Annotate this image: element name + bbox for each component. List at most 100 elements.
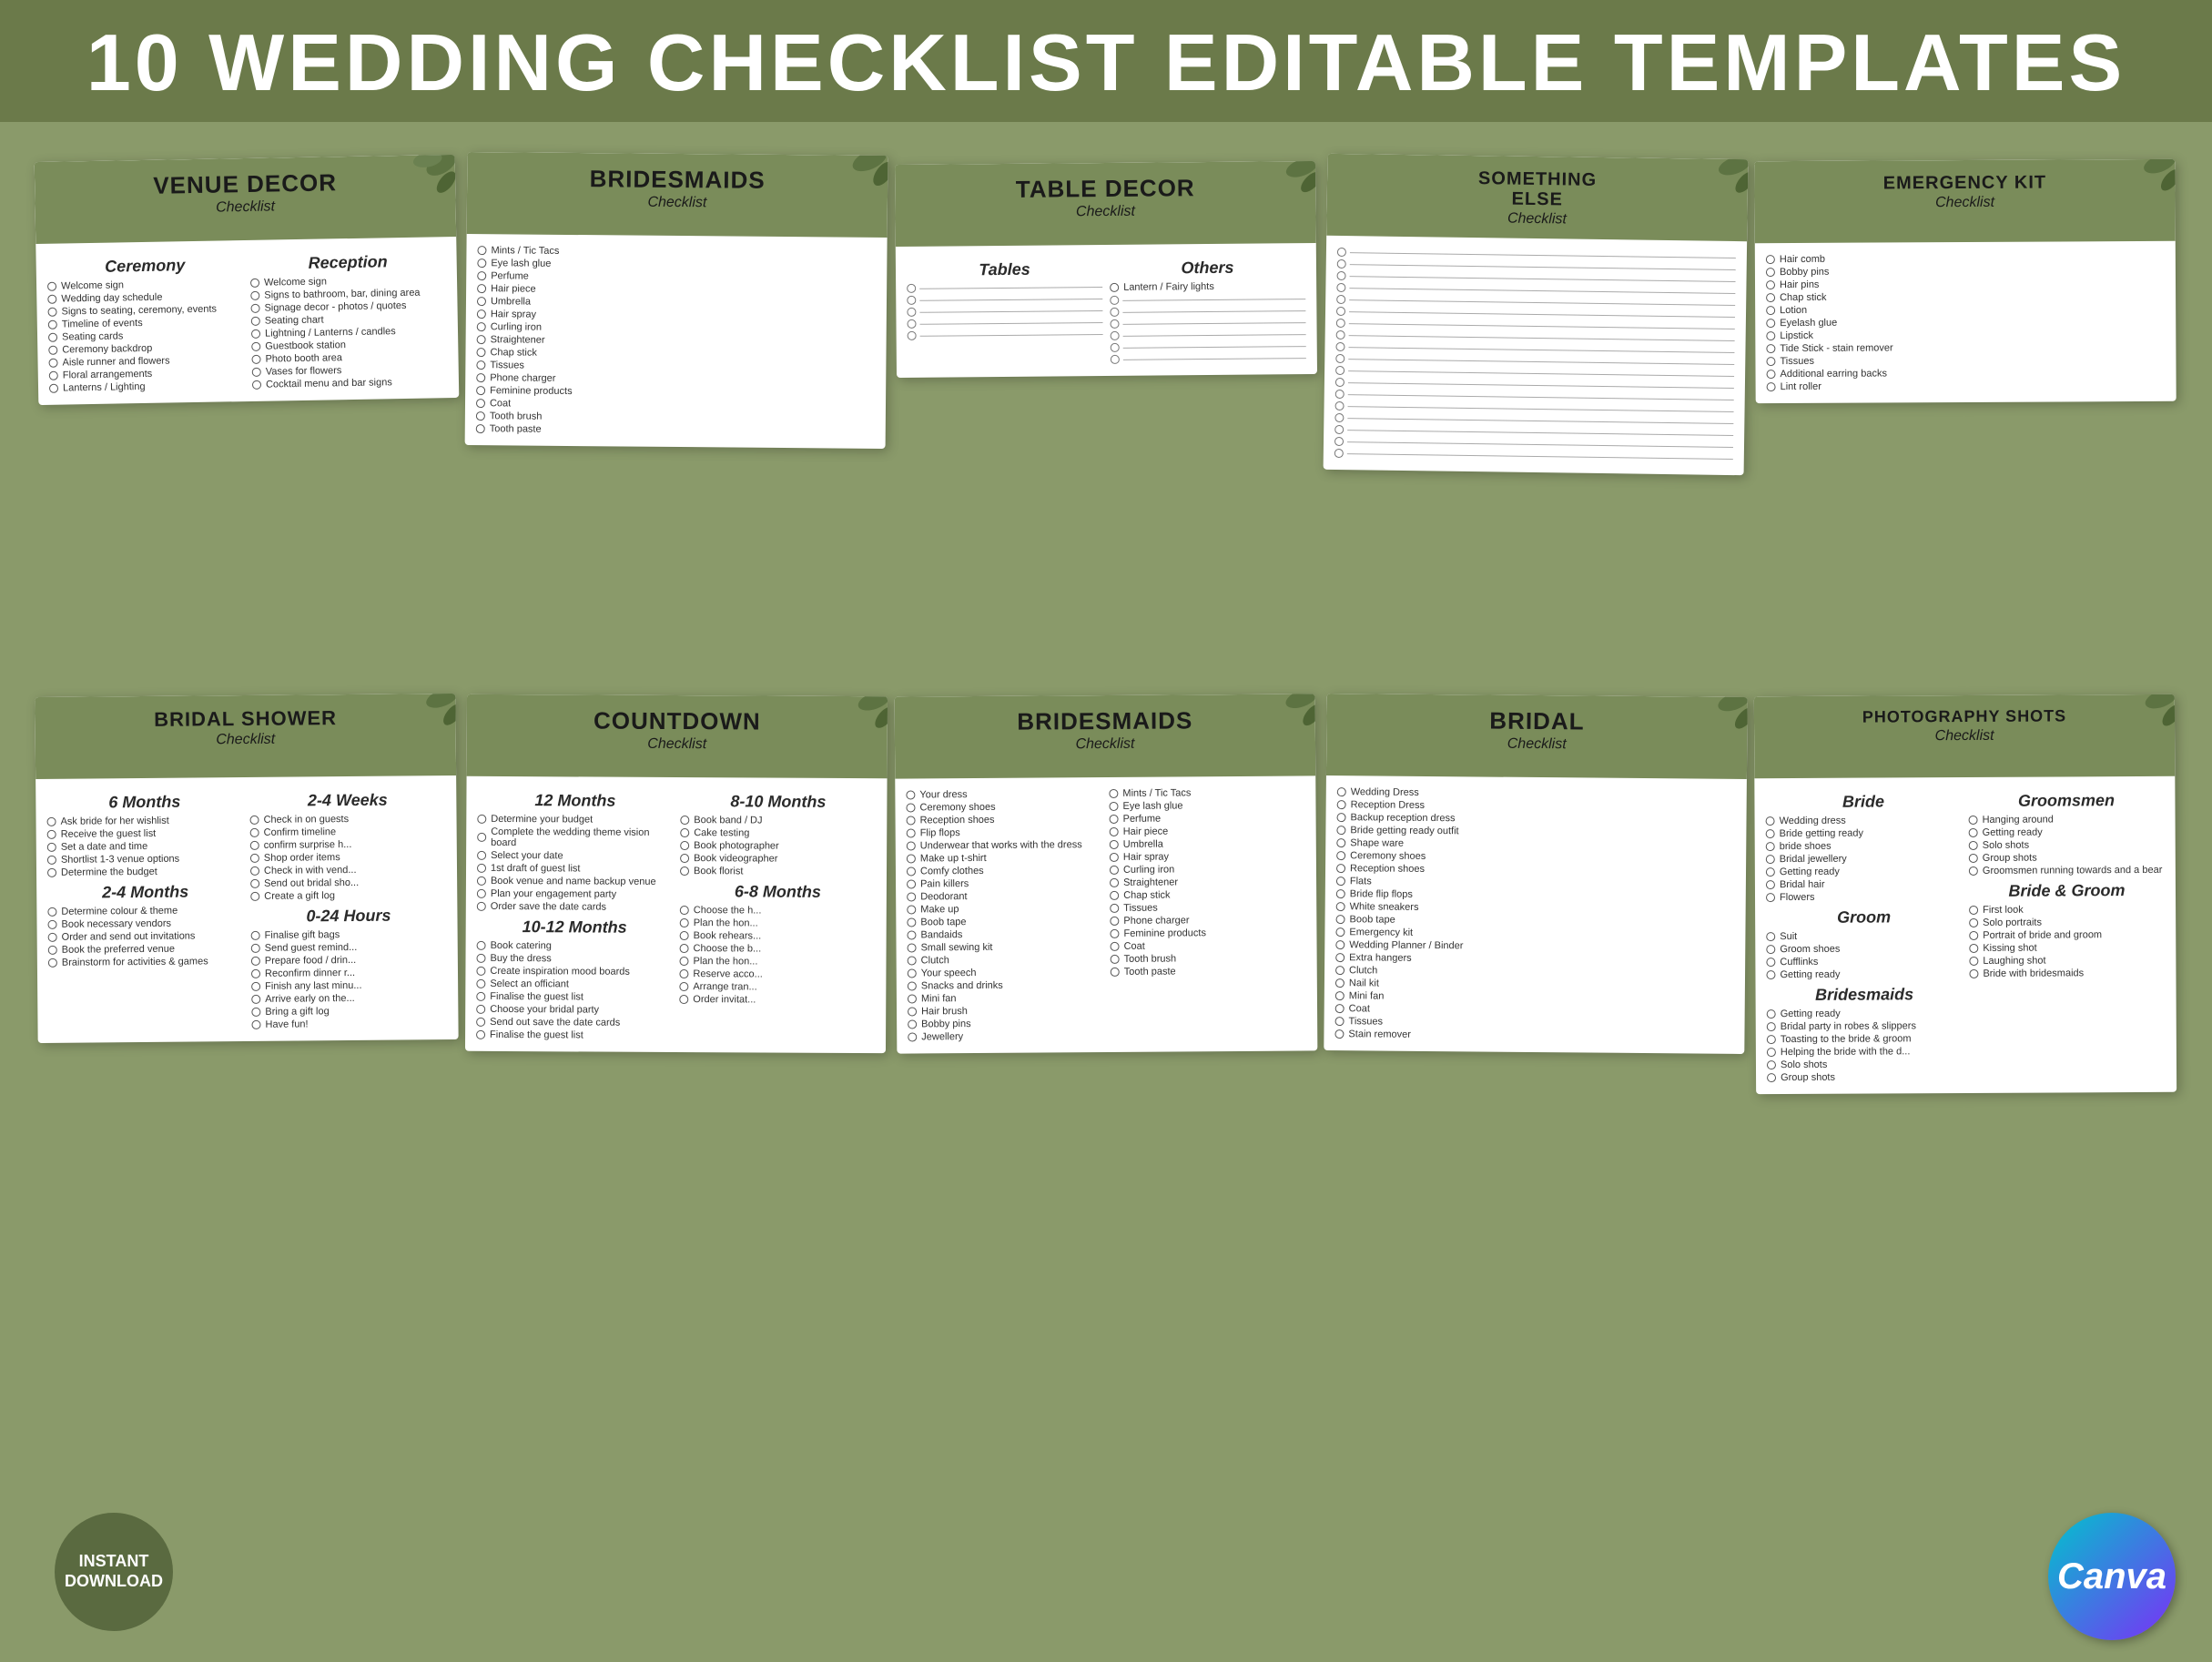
- countdown-body: 12 Months Determine your budget Complete…: [465, 776, 888, 1053]
- list-item: Reserve acco...: [679, 968, 875, 980]
- photography-body: Bride Wedding dress Bride getting ready …: [1754, 776, 2176, 1094]
- list-item: Create inspiration mood boards: [476, 966, 672, 978]
- list-item: Bobby pins: [1766, 265, 2165, 278]
- list-item: Mini fan: [1335, 990, 1734, 1005]
- list-item: Hair pins: [1766, 278, 2165, 290]
- list-item: Seating cards: [48, 329, 244, 343]
- countdown-title: COUNTDOWN: [478, 707, 877, 735]
- bridal-bag-subtitle: Checklist: [1337, 735, 1736, 755]
- list-item: Tooth brush: [476, 410, 875, 425]
- list-item: Extra hangers: [1335, 952, 1734, 967]
- list-item: Tissues: [1766, 354, 2165, 367]
- list-item: Mints / Tic Tacs: [1109, 786, 1304, 799]
- something-else-title: SOMETHINGELSE: [1338, 167, 1738, 212]
- list-item: bride shoes: [1766, 840, 1962, 852]
- list-item: Boob tape: [1336, 914, 1735, 928]
- list-item: Eye lash glue: [477, 258, 876, 272]
- emergency-kit-body: Hair comb Bobby pins Hair pins Chap stic…: [1755, 241, 2176, 403]
- something-else-subtitle: Checklist: [1337, 208, 1736, 230]
- groomsmen-title: Groomsmen: [1968, 791, 2164, 811]
- list-item: Perfume: [1110, 812, 1305, 825]
- content-area: VENUE DECOR Checklist Ceremony Welcome s…: [0, 122, 2212, 1662]
- list-item: Flowers: [1766, 891, 1962, 903]
- list-item: Determine your budget: [477, 814, 673, 826]
- list-item: Mints / Tic Tacs: [477, 245, 876, 259]
- others-title: Others: [1110, 258, 1305, 279]
- blank-item: [907, 294, 1102, 305]
- list-item: Boob tape: [907, 916, 1102, 928]
- list-item: Chap stick: [1766, 290, 2165, 303]
- list-item: Reception shoes: [907, 814, 1102, 826]
- blank-item: [907, 282, 1102, 293]
- photography-title: PHOTOGRAPHY SHOTS: [1765, 707, 2164, 727]
- list-item: Clutch: [908, 954, 1103, 967]
- list-item: Book florist: [680, 866, 876, 877]
- list-item: Coat: [1111, 939, 1306, 952]
- list-item: Pain killers: [907, 877, 1102, 890]
- bridal-shower-body: 6 Months Ask bride for her wishlist Rece…: [36, 775, 459, 1043]
- list-item: Lipstick: [1766, 329, 2165, 341]
- blank-item: [1111, 353, 1306, 364]
- list-item: Lanterns / Lighting: [49, 380, 245, 394]
- leaf-deco-10: [2106, 694, 2176, 758]
- instant-download-text: INSTANTDOWNLOAD: [65, 1552, 163, 1591]
- list-item: Book band / DJ: [680, 815, 876, 826]
- list-item: Tissues: [1335, 1016, 1734, 1030]
- list-item: Umbrella: [1110, 837, 1305, 850]
- list-item: Snacks and drinks: [908, 979, 1103, 992]
- list-item: Backup reception dress: [1336, 812, 1735, 826]
- list-item: First look: [1969, 904, 2165, 916]
- list-item: Signs to seating, ceremony, events: [47, 303, 243, 318]
- list-item: Reconfirm dinner r...: [251, 967, 447, 979]
- card-table-decor: TABLE DECOR Checklist Tables Others: [895, 161, 1317, 378]
- list-item: Book venue and name backup venue: [477, 876, 673, 887]
- list-item: Solo portraits: [1969, 917, 2165, 928]
- list-item: Seating chart: [251, 312, 447, 327]
- list-item: Hair brush: [908, 1005, 1103, 1018]
- list-item: Bride getting ready outfit: [1336, 825, 1735, 839]
- reception-title: Reception: [250, 251, 446, 274]
- countdown-subtitle: Checklist: [478, 735, 877, 753]
- list-item: Lightning / Lanterns / candles: [251, 325, 447, 339]
- list-item: Chap stick: [476, 347, 875, 361]
- list-item: Photo booth area: [251, 350, 447, 365]
- list-item: Solo shots: [1767, 1059, 1963, 1070]
- list-item: Guestbook station: [251, 338, 447, 352]
- list-item: Curling iron: [1110, 863, 1305, 876]
- canva-badge: Canva: [2048, 1513, 2176, 1640]
- list-item: Signage decor - photos / quotes: [250, 299, 446, 314]
- list-item: Order save the date cards: [477, 901, 673, 913]
- list-item: Hair spray: [477, 309, 876, 323]
- canva-text: Canva: [2057, 1556, 2166, 1597]
- photography-subtitle: Checklist: [1765, 727, 2164, 745]
- list-item: Straightener: [1110, 876, 1305, 888]
- card-emergency-kit: EMERGENCY KIT Checklist Hair comb Bobby …: [1754, 159, 2176, 403]
- table-decor-body: Tables Others Lantern / Fairy lights: [896, 243, 1317, 378]
- leaf-deco-9: [1679, 694, 1748, 761]
- list-item: Send guest remind...: [251, 941, 447, 954]
- list-item: Group shots: [1969, 852, 2165, 864]
- list-item: Tide Stick - stain remover: [1766, 341, 2165, 354]
- main-title: 10 WEDDING CHECKLIST EDITABLE TEMPLATES: [0, 16, 2212, 109]
- list-item: Order invitat...: [679, 994, 875, 1006]
- list-item: Getting ready: [1766, 866, 1962, 877]
- list-item: Shortlist 1-3 venue options: [47, 853, 243, 866]
- list-item: Group shots: [1767, 1071, 1963, 1083]
- list-item: Getting ready: [1767, 1008, 1963, 1019]
- list-item: Set a date and time: [47, 840, 243, 853]
- list-item: Book catering: [477, 940, 673, 952]
- list-item: Select an officiant: [476, 978, 672, 990]
- list-item: 1st draft of guest list: [477, 863, 673, 875]
- card-something-else: SOMETHINGELSE Checklist: [1324, 154, 1749, 475]
- list-item: Confirm timeline: [250, 826, 446, 838]
- bridesmaids-2-subtitle: Checklist: [906, 735, 1304, 754]
- blank-item: [1334, 449, 1733, 463]
- leaf-deco-8: [1247, 694, 1318, 758]
- list-item: Bridal hair: [1766, 878, 1962, 890]
- list-item: Additional earring backs: [1767, 367, 2166, 380]
- list-item: Phone charger: [1110, 914, 1305, 927]
- list-item: Make up: [907, 903, 1102, 916]
- list-item: Send out save the date cards: [476, 1017, 672, 1029]
- list-item: White sneakers: [1336, 901, 1735, 916]
- list-item: Reception shoes: [1336, 863, 1735, 877]
